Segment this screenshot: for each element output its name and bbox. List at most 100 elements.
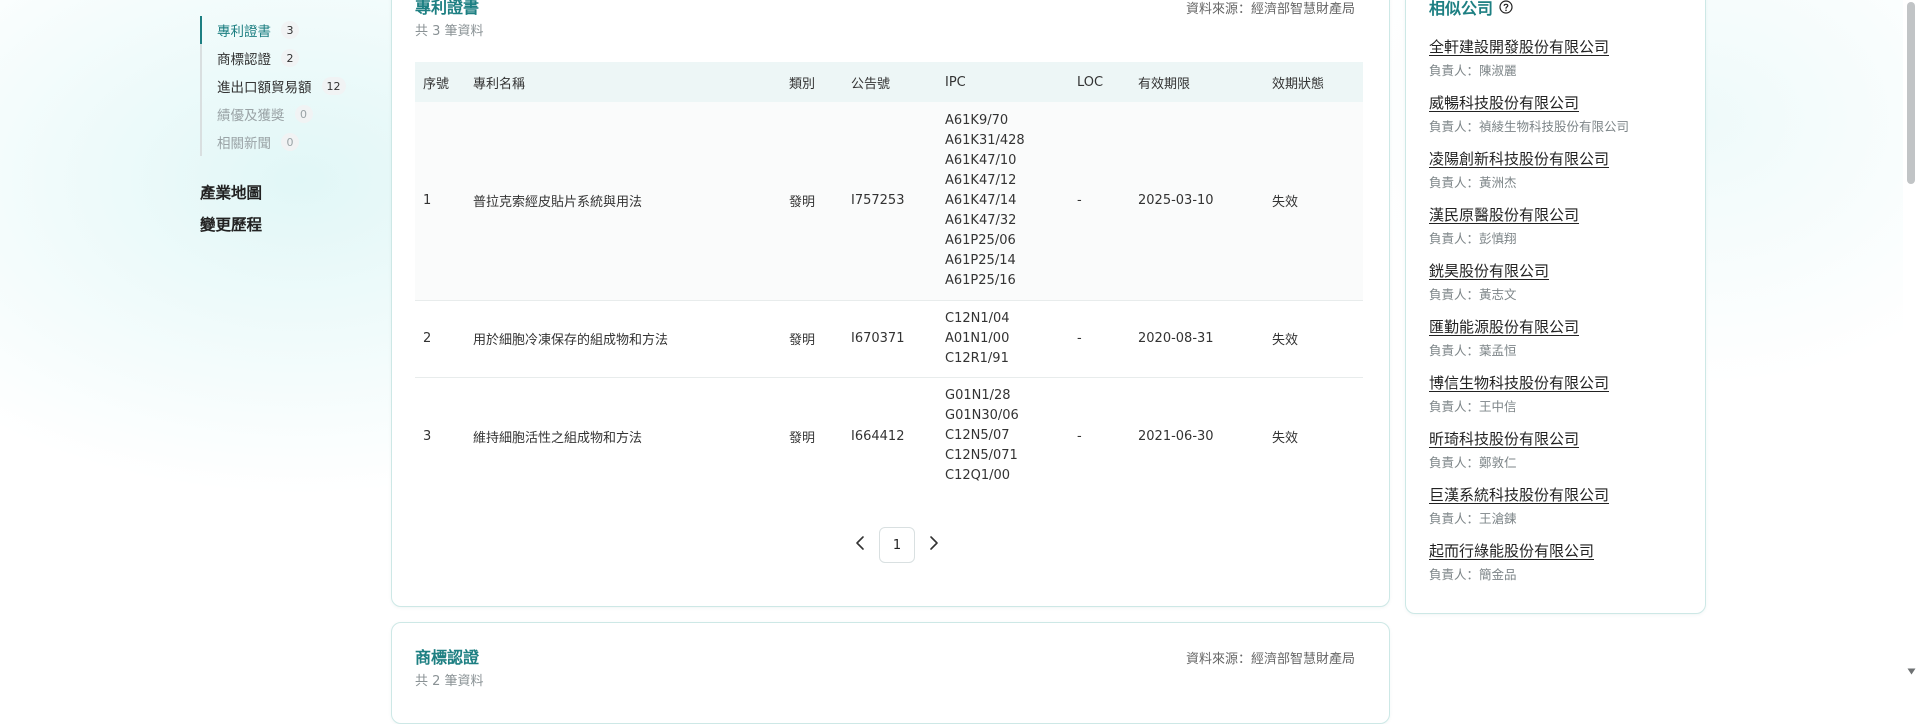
company-link[interactable]: 巨漢系統科技股份有限公司 bbox=[1429, 484, 1609, 506]
cell-loc: - bbox=[1069, 102, 1130, 301]
ipc-code: A61K47/12 bbox=[945, 172, 1017, 188]
column-header: IPC bbox=[937, 62, 1069, 102]
table-header-row: 序號 專利名稱 類別 公告號 IPC LOC 有效期限 效期狀態 bbox=[415, 62, 1363, 102]
cell-number: 2 bbox=[415, 300, 465, 378]
count-badge: 2 bbox=[281, 49, 299, 67]
count-badge: 3 bbox=[281, 21, 299, 39]
column-header: 效期狀態 bbox=[1264, 62, 1363, 102]
cell-number: 3 bbox=[423, 428, 432, 444]
ipc-code: C12R1/91 bbox=[945, 350, 1009, 366]
column-header: 專利名稱 bbox=[465, 62, 781, 102]
subnav-item-label: 進出口額貿易額 bbox=[217, 80, 312, 96]
column-header: LOC bbox=[1069, 62, 1130, 102]
company-link[interactable]: 全軒建設開發股份有限公司 bbox=[1429, 36, 1609, 58]
scroll-down-arrow-icon[interactable] bbox=[1907, 660, 1916, 679]
section-subnav: 專利證書 3 商標認證 2 進出口額貿易額 12 績優及獲獎 0 相關新聞 0 bbox=[200, 16, 362, 156]
company-link[interactable]: 匯勤能源股份有限公司 bbox=[1429, 316, 1579, 338]
list-item: 昕琦科技股份有限公司 負責人：鄭敦仁 bbox=[1429, 428, 1689, 484]
company-link[interactable]: 銧昊股份有限公司 bbox=[1429, 260, 1549, 282]
patent-data-source: 資料來源：經濟部智慧財產局 bbox=[1185, 2, 1355, 17]
cell-publication-number: I664412 bbox=[851, 428, 905, 444]
company-owner: 負責人：黃洲杰 bbox=[1429, 175, 1517, 190]
nav-industry-map[interactable]: 產業地圖 bbox=[200, 181, 262, 203]
list-item: 巨漢系統科技股份有限公司 負責人：王滄鍊 bbox=[1429, 484, 1689, 540]
table-row: 1 普拉克索經皮貼片系統與用法 發明 I757253 A61K9/70 A61K… bbox=[415, 102, 1363, 301]
company-owner: 負責人：葉孟恒 bbox=[1429, 343, 1517, 358]
table-row: 3 維持細胞活性之組成物和方法 發明 I664412 G01N1/28 G01N… bbox=[415, 377, 1363, 495]
company-link[interactable]: 威暢科技股份有限公司 bbox=[1429, 92, 1579, 114]
company-link[interactable]: 凌陽創新科技股份有限公司 bbox=[1429, 148, 1609, 170]
company-owner: 負責人：王滄鍊 bbox=[1429, 511, 1517, 526]
cell-number: 1 bbox=[415, 102, 465, 301]
patent-section-title: 專利證書 bbox=[415, 0, 480, 17]
cell-category: 發明 bbox=[781, 300, 843, 378]
subnav-item-label: 相關新聞 bbox=[217, 136, 271, 152]
chevron-left-icon bbox=[855, 535, 865, 555]
company-link[interactable]: 起而行綠能股份有限公司 bbox=[1429, 540, 1594, 562]
ipc-code: A61K47/10 bbox=[945, 152, 1017, 168]
subnav-item-label: 商標認證 bbox=[217, 52, 271, 68]
subnav-item-awards[interactable]: 績優及獲獎 0 bbox=[202, 100, 362, 128]
company-owner: 負責人：鄭敦仁 bbox=[1429, 455, 1517, 470]
list-item: 全軒建設開發股份有限公司 負責人：陳淑麗 bbox=[1429, 36, 1689, 92]
ipc-code: A61K47/32 bbox=[945, 212, 1017, 228]
similar-companies-header: 相似公司 bbox=[1429, 0, 1513, 19]
ipc-code: A61P25/06 bbox=[945, 232, 1016, 248]
ipc-code: A61P25/14 bbox=[945, 252, 1016, 268]
column-header: 公告號 bbox=[843, 62, 937, 102]
list-item: 起而行綠能股份有限公司 負責人：簡金品 bbox=[1429, 540, 1689, 596]
cell-category: 發明 bbox=[781, 102, 843, 301]
cell-status: 失效 bbox=[1264, 300, 1363, 378]
list-item: 威暢科技股份有限公司 負責人：禎綾生物科技股份有限公司 bbox=[1429, 92, 1689, 148]
company-link[interactable]: 漢民原醫股份有限公司 bbox=[1429, 204, 1579, 226]
subnav-item-trademarks[interactable]: 商標認證 2 bbox=[202, 44, 362, 72]
chevron-right-icon bbox=[929, 535, 939, 555]
subnav-item-trade-volume[interactable]: 進出口額貿易額 12 bbox=[202, 72, 362, 100]
scrollbar-thumb[interactable] bbox=[1907, 2, 1915, 184]
list-item: 匯勤能源股份有限公司 負責人：葉孟恒 bbox=[1429, 316, 1689, 372]
company-owner: 負責人：黃志文 bbox=[1429, 287, 1517, 302]
cell-loc: - bbox=[1069, 300, 1130, 378]
page-scrollbar[interactable] bbox=[1903, 0, 1920, 677]
count-badge: 0 bbox=[281, 133, 299, 151]
cell-patent-name: 用於細胞冷凍保存的組成物和方法 bbox=[465, 300, 781, 378]
cell-expiry-date: 2025-03-10 bbox=[1130, 102, 1264, 301]
ipc-code: C12Q1/00 bbox=[945, 468, 1011, 484]
trademark-data-source: 資料來源：經濟部智慧財產局 bbox=[1185, 652, 1355, 667]
subnav-item-label: 績優及獲獎 bbox=[217, 108, 285, 124]
list-item: 博信生物科技股份有限公司 負責人：王中信 bbox=[1429, 372, 1689, 428]
similar-companies-title: 相似公司 bbox=[1429, 0, 1494, 18]
trademark-section-title: 商標認證 bbox=[415, 648, 480, 667]
help-icon[interactable] bbox=[1499, 0, 1513, 14]
ipc-code: A61K47/14 bbox=[945, 192, 1017, 208]
trademark-record-count: 共 2 筆資料 bbox=[415, 674, 484, 689]
subnav-item-patents[interactable]: 專利證書 3 bbox=[200, 16, 362, 44]
cell-ipc-list: C12N1/04 A01N1/00 C12R1/91 bbox=[937, 300, 1069, 378]
ipc-code: C12N1/04 bbox=[945, 310, 1010, 326]
company-owner: 負責人：禎綾生物科技股份有限公司 bbox=[1429, 119, 1630, 134]
list-item: 漢民原醫股份有限公司 負責人：彭慎翔 bbox=[1429, 204, 1689, 260]
subnav-item-label: 專利證書 bbox=[217, 24, 271, 40]
ipc-code: G01N1/28 bbox=[945, 388, 1011, 404]
page-number-button[interactable]: 1 bbox=[879, 527, 915, 563]
prev-page-button[interactable] bbox=[846, 527, 874, 563]
pagination: 1 bbox=[846, 527, 948, 563]
trademark-card bbox=[391, 622, 1390, 724]
column-header: 類別 bbox=[781, 62, 843, 102]
list-item: 銧昊股份有限公司 負責人：黃志文 bbox=[1429, 260, 1689, 316]
next-page-button[interactable] bbox=[920, 527, 948, 563]
ipc-code: A01N1/00 bbox=[945, 330, 1010, 346]
cell-loc: - bbox=[1077, 428, 1082, 444]
subnav-item-news[interactable]: 相關新聞 0 bbox=[202, 128, 362, 156]
similar-companies-list: 全軒建設開發股份有限公司 負責人：陳淑麗 威暢科技股份有限公司 負責人：禎綾生物… bbox=[1429, 36, 1689, 596]
company-link[interactable]: 博信生物科技股份有限公司 bbox=[1429, 372, 1609, 394]
cell-patent-name: 維持細胞活性之組成物和方法 bbox=[473, 430, 643, 446]
patent-record-count: 共 3 筆資料 bbox=[415, 24, 484, 39]
cell-status: 失效 bbox=[1264, 102, 1363, 301]
cell-expiry-date: 2021-06-30 bbox=[1138, 428, 1214, 444]
company-owner: 負責人：彭慎翔 bbox=[1429, 231, 1517, 246]
nav-change-history[interactable]: 變更歷程 bbox=[200, 213, 262, 235]
cell-category: 發明 bbox=[789, 430, 816, 446]
company-owner: 負責人：王中信 bbox=[1429, 399, 1517, 414]
company-link[interactable]: 昕琦科技股份有限公司 bbox=[1429, 428, 1579, 450]
